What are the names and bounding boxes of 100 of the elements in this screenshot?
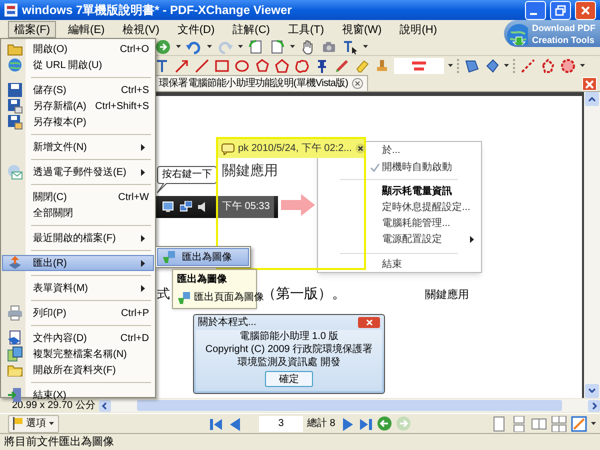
- caret-icon: [363, 44, 368, 48]
- restore-icon: [555, 4, 566, 16]
- cloud-tool-icon[interactable]: [294, 58, 310, 74]
- dialog-text: 環境監測及資訊處 開發: [238, 356, 340, 369]
- shortcut-text: Ctrl+P: [120, 306, 150, 320]
- document-properties-icon: [7, 330, 23, 346]
- app-icon: [4, 3, 18, 17]
- menu-item[interactable]: 開啟(O) Ctrl+O: [2, 41, 154, 57]
- printer-icon: [7, 305, 23, 321]
- continuous-page-icon[interactable]: [511, 416, 527, 432]
- minimize-icon: [530, 12, 537, 14]
- submenu-arrow-icon: [141, 260, 145, 266]
- menu-item[interactable]: 最近開啟的檔案(F): [2, 230, 154, 246]
- menu-item[interactable]: 另存複本(P): [2, 114, 154, 130]
- text-tool-icon[interactable]: [154, 58, 170, 74]
- close-document-button[interactable]: [582, 77, 597, 91]
- menu-item[interactable]: 表單資料(M): [2, 280, 154, 296]
- menu-item[interactable]: 匯出(R): [2, 255, 154, 271]
- menu-item[interactable]: 文件內容(D) Ctrl+D: [2, 330, 154, 346]
- menu-item[interactable]: 關閉(C) Ctrl+W: [2, 189, 154, 205]
- close-icon[interactable]: [352, 78, 364, 89]
- caret-icon: [290, 44, 295, 48]
- scroll-up-icon[interactable]: [585, 92, 599, 106]
- menu-item[interactable]: 開啟所在資料夾(F): [2, 362, 154, 378]
- rotate-right-icon[interactable]: [269, 38, 285, 54]
- stamp-icon[interactable]: [374, 58, 390, 74]
- close-icon: [585, 80, 594, 88]
- rectangle-tool-icon[interactable]: [214, 58, 230, 74]
- shortcut-text: Ctrl+O: [120, 42, 150, 56]
- menu-item[interactable]: 從 URL 開啟(U): [2, 57, 154, 73]
- arrow-tool-icon[interactable]: [174, 58, 190, 74]
- tooltip-title: 匯出為圖像: [177, 272, 228, 287]
- shortcut-text: Ctrl+Shift+S: [95, 100, 150, 114]
- next-page-icon[interactable]: [341, 416, 356, 430]
- caret-icon: [448, 64, 453, 68]
- menu-item[interactable]: 另存新檔(A) Ctrl+Shift+S: [2, 98, 154, 114]
- scroll-down-icon[interactable]: [585, 384, 599, 398]
- window-title: windows 7單機版說明書* - PDF-XChange Viewer: [22, 2, 293, 19]
- close-icon[interactable]: [354, 143, 366, 154]
- polygon-tool-icon[interactable]: [254, 58, 270, 74]
- menu-bar-item[interactable]: 檔案(F): [8, 20, 56, 38]
- clock-text: 下午 05:33: [216, 196, 274, 218]
- promo-text: Creation Tools: [532, 34, 596, 46]
- submenu-item[interactable]: 匯出為圖像: [157, 248, 249, 266]
- caret-icon: [176, 44, 181, 48]
- close-button[interactable]: [575, 0, 596, 20]
- caret-icon[interactable]: [591, 422, 596, 426]
- promo-text: Download PDF: [532, 22, 596, 34]
- pentagon-tool-icon[interactable]: [274, 58, 290, 74]
- restore-button[interactable]: [550, 0, 571, 20]
- page-number-field[interactable]: 3: [259, 416, 303, 432]
- area-measure-icon[interactable]: [560, 58, 576, 74]
- continuous-facing-icon[interactable]: [551, 416, 567, 432]
- ok-button[interactable]: 確定: [265, 371, 313, 387]
- menu-bar-item[interactable]: 註解(C): [226, 20, 276, 38]
- copy-icon: [7, 346, 23, 362]
- shortcut-text: Ctrl+W: [118, 190, 150, 204]
- caption-text: 關鍵應用: [425, 287, 469, 303]
- menu-bar-item[interactable]: 視窗(W): [336, 20, 388, 38]
- menu-bar-item[interactable]: 檢視(V): [116, 20, 166, 38]
- flag-icon: [13, 417, 23, 430]
- menu-bar-item[interactable]: 工具(T): [282, 20, 330, 38]
- menu-bar-item[interactable]: 說明(H): [394, 20, 443, 38]
- note-author-date: pk 2010/5/24, 下午 02:2...: [238, 142, 352, 156]
- perimeter-tool-icon[interactable]: [540, 58, 556, 74]
- first-page-icon[interactable]: [209, 416, 223, 430]
- menu-bar-item[interactable]: 文件(D): [171, 20, 221, 38]
- submenu-arrow-icon: [470, 236, 474, 243]
- close-icon: [580, 4, 591, 16]
- distance-tool-icon[interactable]: [520, 58, 536, 74]
- options-button[interactable]: 選項: [8, 414, 59, 432]
- back-icon[interactable]: [377, 416, 392, 431]
- menu-item[interactable]: 新增文件(N): [2, 139, 154, 155]
- vertical-scrollbar[interactable]: [584, 92, 600, 398]
- menu-bar-item[interactable]: 編輯(E): [62, 20, 111, 38]
- close-button[interactable]: [358, 317, 380, 328]
- line-tool-icon[interactable]: [194, 58, 210, 74]
- ellipse-tool-icon[interactable]: [234, 58, 250, 74]
- menu-item[interactable]: 全部關閉: [2, 205, 154, 221]
- single-page-icon[interactable]: [491, 416, 507, 432]
- checkmark-icon: [370, 162, 380, 172]
- pencil-icon[interactable]: [334, 58, 350, 74]
- text-select-icon[interactable]: [342, 38, 358, 54]
- color-picker-icon[interactable]: [571, 416, 587, 432]
- facing-pages-icon[interactable]: [531, 416, 547, 432]
- horizontal-scrollbar[interactable]: [99, 399, 600, 412]
- minimize-button[interactable]: [525, 0, 546, 20]
- menu-item[interactable]: 透過電子郵件發送(E): [2, 164, 154, 180]
- scroll-right-icon: [588, 400, 600, 412]
- previous-page-icon[interactable]: [228, 416, 242, 430]
- globe-icon: [506, 22, 528, 44]
- scroll-thumb[interactable]: [137, 400, 562, 411]
- caret-icon: [580, 64, 585, 68]
- export-icon: [7, 255, 23, 271]
- menu-item[interactable]: 複製完整檔案名稱(N): [2, 346, 154, 362]
- last-page-icon[interactable]: [359, 416, 374, 430]
- menu-item[interactable]: 列印(P) Ctrl+P: [2, 305, 154, 321]
- submenu-arrow-icon: [141, 168, 145, 176]
- stamp-preview-icon[interactable]: [394, 58, 444, 74]
- rotate-left-icon[interactable]: [248, 38, 264, 54]
